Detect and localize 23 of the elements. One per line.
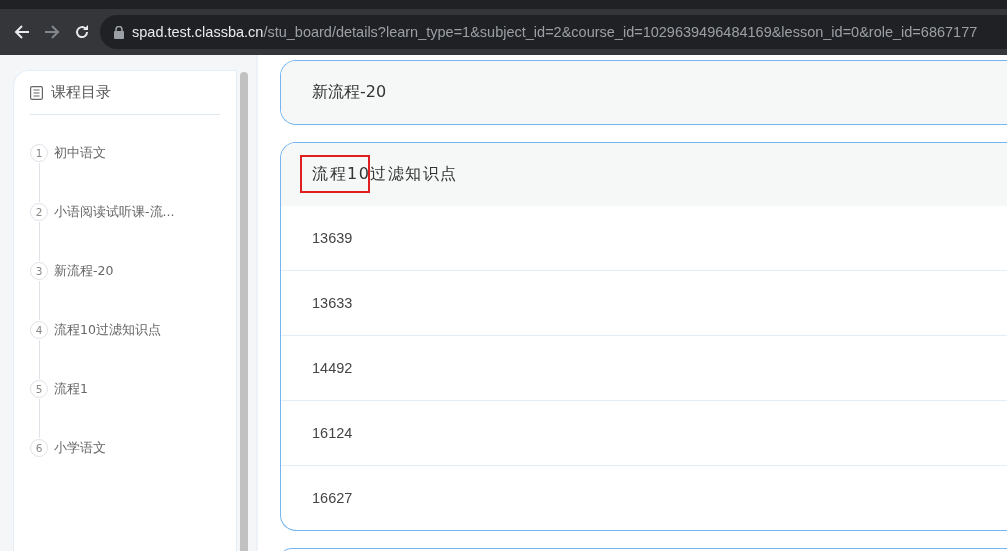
lesson-item[interactable]: 流程10过滤知识点 [54,320,161,340]
knowledge-row[interactable]: 14492 [281,335,1007,400]
url-text: spad.test.classba.cn/stu_board/details?learn_type=1&subject_id=2&course_id=1029639496484169&lesson_id=0&role_id=6867177 [132,24,978,40]
back-icon[interactable] [14,24,30,40]
address-bar[interactable]: spad.test.classba.cn/stu_board/details?learn_type=1&subject_id=2&course_id=1029639496484169&lesson_id=0&role_id=6867177 [100,15,1007,49]
reload-icon[interactable] [74,24,90,40]
lock-icon [114,25,124,39]
lesson-item[interactable]: 新流程-20 [54,261,114,281]
highlight-frame [300,155,370,193]
knowledge-row[interactable]: 13633 [281,270,1007,335]
knowledge-row[interactable]: 16627 [281,465,1007,530]
section-title: 新流程-20 [312,82,387,103]
lesson-item[interactable]: 初中语文 [54,143,106,163]
lesson-item[interactable]: 小学语文 [54,438,106,458]
scrollbar-thumb[interactable] [240,72,248,551]
knowledge-row[interactable]: 13639 [281,206,1007,270]
lesson-item[interactable]: 流程1 [54,379,88,399]
lesson-item[interactable]: 小语阅读试听课-流... [54,202,175,222]
forward-icon[interactable] [44,24,60,40]
knowledge-row[interactable]: 16124 [281,400,1007,465]
catalog-title: 课程目录 [51,83,111,102]
section-header[interactable]: 新流程-20 [281,61,1007,124]
list-icon [30,85,43,100]
